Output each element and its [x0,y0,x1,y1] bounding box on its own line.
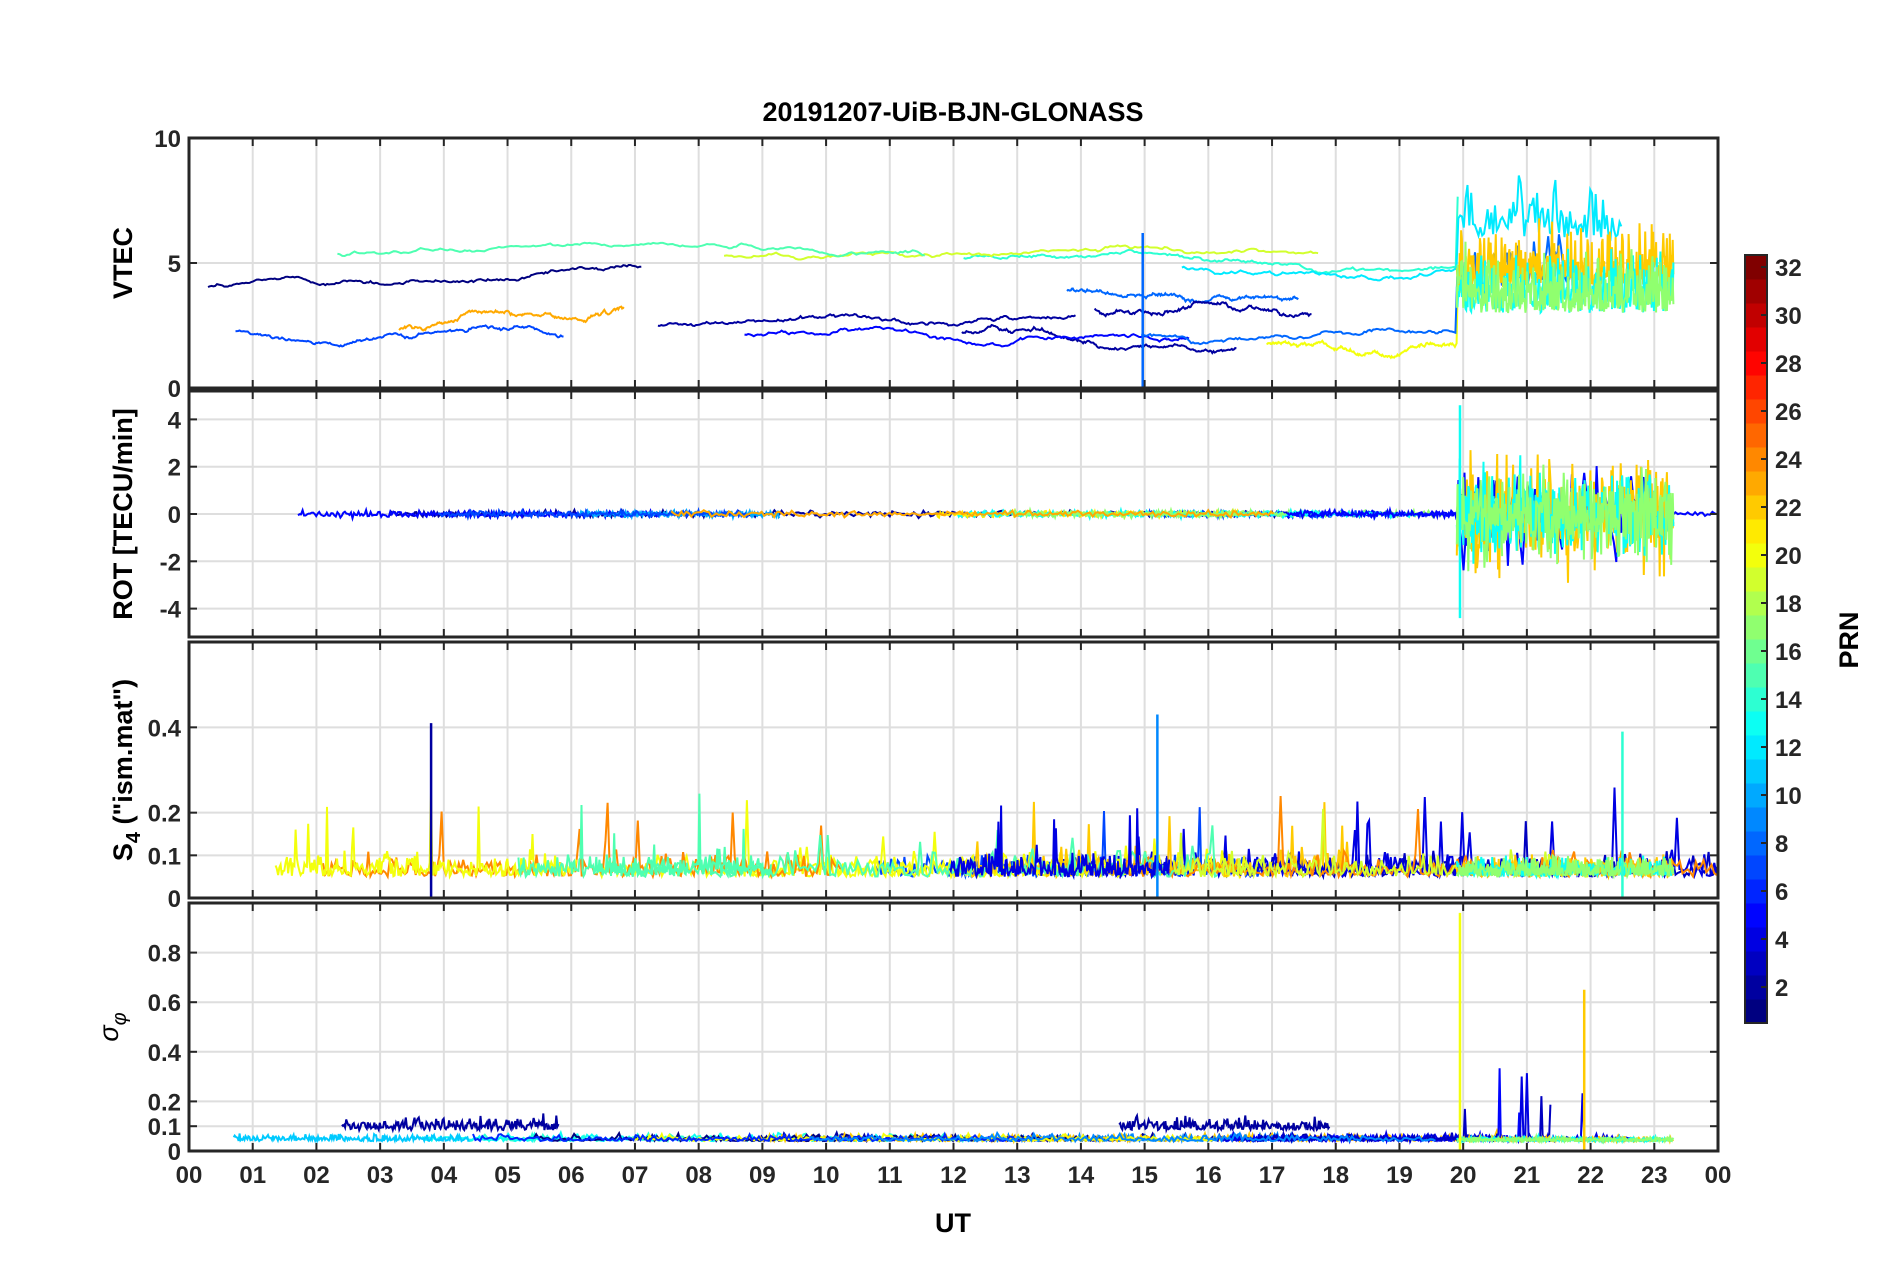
x-tick-label: 08 [685,1162,712,1189]
y-tick-label: 0.4 [148,1040,182,1067]
x-tick-labels: 00 01 02 03 04 05 06 07 08 09 10 11 12 13 14 15 16 17 18 19… [176,1162,1732,1189]
colorbar-step [1745,423,1767,448]
colorbar-tick-label: 14 [1775,687,1802,714]
colorbar-tick-label: 6 [1775,879,1788,906]
panel-2: -4 -2 0 2 4 ROT [TECU/min] [108,389,1720,639]
colorbar-tick-label: 32 [1775,255,1802,282]
panel-3: 0 0.1 0.2 0.4S4 ("ism.mat") [108,640,1720,913]
colorbar-step [1745,279,1767,304]
y-tick-label: 0 [168,502,181,529]
y-tick-label: 0.8 [148,941,181,968]
colorbar-step [1745,519,1767,544]
figure: 20191207-UiB-BJN-GLONASS 0510VTEC-4-2024… [94,97,1864,1238]
colorbar-step [1745,759,1767,784]
x-tick-label: 13 [1004,1162,1031,1189]
y-tick-label: 2 [168,455,181,482]
x-tick-label: 15 [1131,1162,1158,1189]
y-tick-label: 0.2 [148,801,181,828]
colorbar-step [1745,663,1767,688]
y-axis-label: VTEC [108,227,138,299]
x-axis-label: UT [935,1208,971,1238]
x-tick-label: 05 [494,1162,521,1189]
colorbar-step [1745,615,1767,640]
y-tick-label: -2 [160,549,181,576]
colorbar-step [1745,855,1767,880]
y-axis-label: σφ [94,1012,131,1041]
colorbar-step [1745,903,1767,928]
x-tick-label: 06 [558,1162,585,1189]
y-axis-label: S4 ("ism.mat") [108,679,145,861]
colorbar-tick-label: 24 [1775,447,1802,474]
x-tick-label: 00 [176,1162,203,1189]
x-tick-label: 10 [813,1162,840,1189]
x-tick-label: 01 [239,1162,266,1189]
colorbar-tick-label: 2 [1775,975,1788,1002]
y-tick-label: 0.1 [148,1114,181,1141]
colorbar-tick-label: 26 [1775,399,1802,426]
y-tick-label: 0 [168,886,181,913]
y-tick-label: 10 [154,126,181,153]
x-tick-label: 20 [1450,1162,1477,1189]
colorbar-tick-label: 18 [1775,591,1802,618]
y-tick-label: 0.2 [148,1089,181,1116]
y-tick-label: 0.6 [148,990,181,1017]
colorbar-step [1745,807,1767,832]
y-axis-label: ROT [TECU/min] [108,408,138,619]
x-tick-label: 21 [1514,1162,1541,1189]
x-tick-label: 12 [940,1162,967,1189]
colorbar: 2468101214161820222426283032 [1744,254,1802,1024]
chart-title: 20191207-UiB-BJN-GLONASS [762,97,1143,127]
x-tick-label: 22 [1577,1162,1604,1189]
x-tick-label: 03 [367,1162,394,1189]
colorbar-tick-label: 10 [1775,783,1802,810]
colorbar-step [1745,999,1767,1024]
x-tick-label: 04 [430,1162,457,1189]
y-tick-label: 4 [168,407,182,434]
y-tick-label: 0.1 [148,843,181,870]
x-tick-label: 07 [622,1162,649,1189]
panel-4: 00.10.20.40.60.8σφ [94,901,1720,1166]
colorbar-tick-label: 16 [1775,639,1802,666]
panels: 0510VTEC-4-2024ROT [TECU/min]00.10.20.4S… [94,126,1731,1189]
x-tick-label: 17 [1259,1162,1286,1189]
x-tick-label: 11 [877,1162,902,1189]
colorbar-tick-label: 20 [1775,543,1802,570]
colorbar-step [1745,567,1767,592]
colorbar-step [1745,711,1767,736]
colorbar-step [1745,375,1767,400]
y-tick-label: 0 [168,376,181,403]
colorbar-tick-label: 22 [1775,495,1802,522]
x-tick-label: 02 [303,1162,330,1189]
x-tick-label: 09 [749,1162,776,1189]
x-tick-label: 14 [1068,1162,1095,1189]
y-tick-label: -4 [160,597,182,624]
panel-1: 0 5 10 VTEC [108,126,1720,403]
y-tick-label: 5 [168,251,181,278]
colorbar-step [1745,471,1767,496]
colorbar-step [1745,951,1767,976]
x-tick-label: 00 [1705,1162,1732,1189]
x-tick-label: 19 [1386,1162,1413,1189]
colorbar-step [1745,327,1767,352]
x-tick-label: 23 [1641,1162,1668,1189]
colorbar-tick-label: 30 [1775,303,1802,330]
colorbar-tick-label: 28 [1775,351,1802,378]
y-tick-label: 0.4 [148,715,182,742]
colorbar-tick-label: 12 [1775,735,1802,762]
x-tick-label: 16 [1195,1162,1222,1189]
colorbar-label: PRN [1834,611,1864,668]
x-tick-label: 18 [1322,1162,1349,1189]
colorbar-tick-label: 8 [1775,831,1788,858]
colorbar-tick-label: 4 [1775,927,1789,954]
